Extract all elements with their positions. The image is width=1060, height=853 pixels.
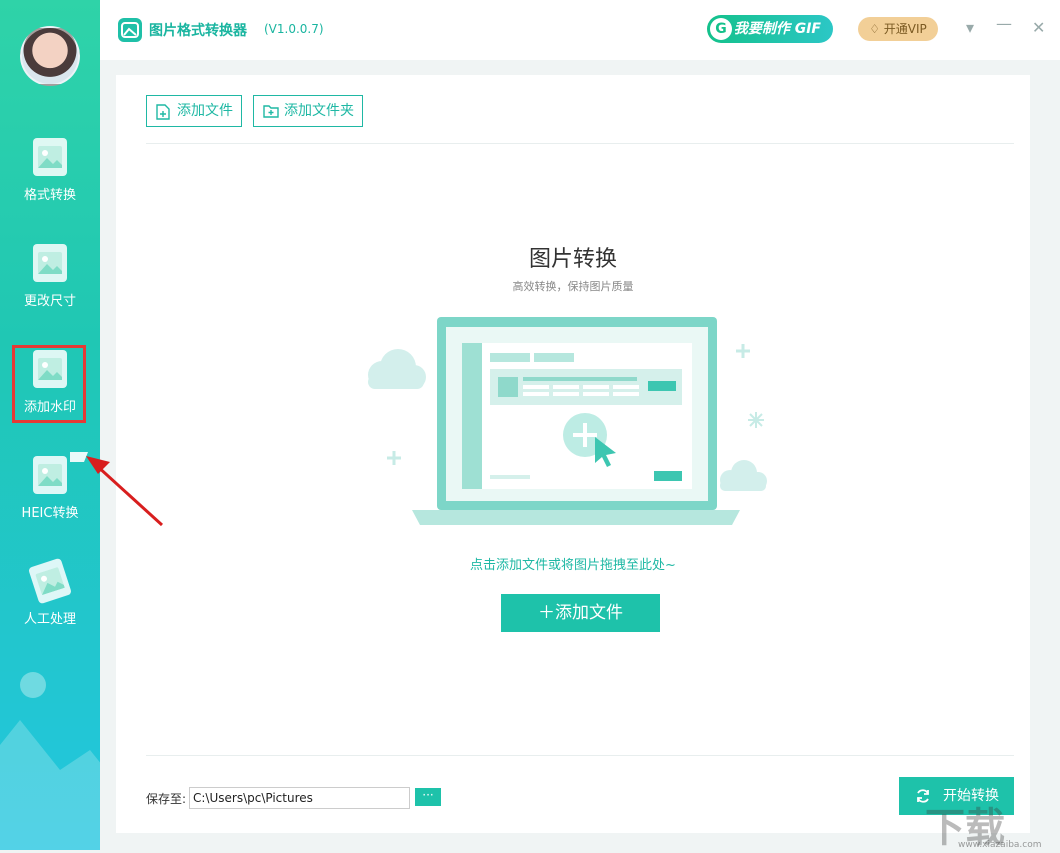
vip-button[interactable]: ♢ 开通VIP — [858, 17, 938, 41]
page-subtitle: 高效转换，保持图片质量 — [512, 280, 634, 293]
plus-sparkle-icon — [736, 344, 750, 358]
minimize-icon[interactable]: — — [996, 14, 1012, 33]
plus-sparkle-icon — [387, 451, 401, 465]
browse-button[interactable]: ··· — [415, 788, 441, 806]
gif-logo-icon: G — [710, 18, 732, 40]
app-version: (V1.0.0.7) — [264, 22, 324, 36]
drop-zone-illustration[interactable] — [360, 315, 780, 535]
cloud-icon — [720, 460, 767, 491]
sidebar: 格式转换 更改尺寸 添加水印 HEIC转换 人工处理 — [0, 0, 100, 850]
star-sparkle-icon — [748, 412, 764, 428]
app-logo-icon — [118, 18, 142, 42]
make-gif-label: 我要制作 GIF — [733, 21, 821, 37]
save-path-input[interactable]: C:\Users\pc\Pictures — [189, 787, 410, 809]
highlight-box — [12, 345, 86, 423]
vip-label: 开通VIP — [883, 22, 927, 36]
app-title: 图片格式转换器 — [149, 23, 247, 39]
site-watermark-url: www.xiazaiba.com — [958, 840, 1042, 850]
image-convert-icon — [33, 138, 67, 176]
divider — [146, 755, 1014, 756]
add-file-icon — [156, 104, 170, 120]
sidebar-item-format-convert[interactable]: 格式转换 — [0, 138, 100, 222]
page-title: 图片转换 — [528, 247, 617, 272]
sidebar-item-label: 人工处理 — [23, 612, 76, 627]
title-bar: 图片格式转换器 (V1.0.0.7) G 我要制作 GIF ♢ 开通VIP ▾ … — [100, 0, 1060, 60]
sidebar-item-heic[interactable]: HEIC转换 — [0, 456, 100, 540]
add-file-label: 添加文件 — [177, 103, 233, 119]
add-folder-icon — [263, 105, 279, 118]
add-file-toolbar-button[interactable]: 添加文件 — [146, 95, 242, 127]
mountain-decoration — [0, 720, 100, 850]
sidebar-item-label: HEIC转换 — [21, 506, 79, 521]
sidebar-item-manual[interactable]: 人工处理 — [0, 557, 100, 646]
add-folder-toolbar-button[interactable]: 添加文件夹 — [253, 95, 363, 127]
close-icon[interactable]: ✕ — [1032, 18, 1045, 37]
main-panel: 添加文件 添加文件夹 图片转换 高效转换，保持图片质量 点击添加文件或将图片拖拽… — [116, 75, 1030, 833]
save-path-label: 保存至: — [146, 792, 187, 806]
make-gif-button[interactable]: G 我要制作 GIF — [707, 15, 833, 43]
heic-icon — [33, 456, 67, 494]
avatar[interactable] — [20, 26, 80, 86]
sidebar-item-resize[interactable]: 更改尺寸 — [0, 244, 100, 328]
divider — [146, 143, 1014, 144]
sidebar-item-label: 更改尺寸 — [23, 294, 76, 309]
add-file-button[interactable]: ＋添加文件 — [501, 594, 660, 632]
sidebar-item-label: 格式转换 — [23, 188, 76, 203]
menu-dropdown-icon[interactable]: ▾ — [966, 18, 974, 37]
drop-hint: 点击添加文件或将图片拖拽至此处~ — [470, 558, 676, 573]
add-folder-label: 添加文件夹 — [284, 103, 354, 119]
diamond-icon: ♢ — [869, 22, 880, 36]
image-resize-icon — [33, 244, 67, 282]
cloud-icon — [368, 349, 426, 389]
manual-process-icon — [27, 557, 73, 605]
